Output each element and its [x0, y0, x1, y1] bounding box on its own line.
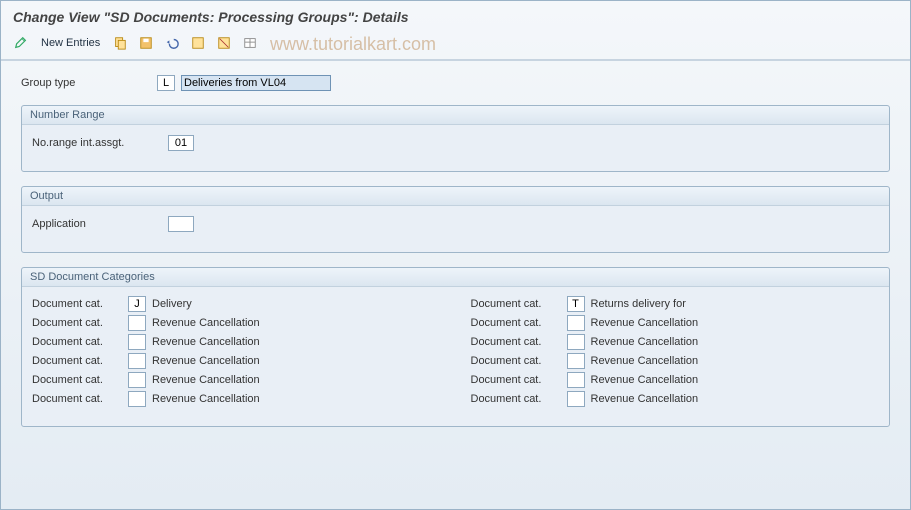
- content-area: Group type Number Range No.range int.ass…: [1, 61, 910, 437]
- doc-cat-desc: Revenue Cancellation: [591, 355, 731, 367]
- number-range-group: Number Range No.range int.assgt.: [21, 105, 890, 172]
- doc-cat-label: Document cat.: [32, 393, 122, 405]
- doc-cat-code-input[interactable]: [128, 353, 146, 369]
- number-range-title: Number Range: [22, 106, 889, 125]
- copy-icon[interactable]: [110, 33, 130, 53]
- doc-cat-desc: Revenue Cancellation: [152, 317, 292, 329]
- group-type-desc-input[interactable]: [181, 75, 331, 91]
- doc-cat-label: Document cat.: [471, 393, 561, 405]
- sd-categories-title: SD Document Categories: [22, 268, 889, 287]
- doc-cat-label: Document cat.: [471, 298, 561, 310]
- application-label: Application: [32, 218, 162, 230]
- doc-cat-code-input[interactable]: [567, 315, 585, 331]
- doc-cat-row: Document cat. Revenue Cancellation: [32, 391, 441, 407]
- doc-cat-desc: Revenue Cancellation: [152, 355, 292, 367]
- doc-cat-row: Document cat. Delivery: [32, 296, 441, 312]
- doc-cat-label: Document cat.: [471, 317, 561, 329]
- doc-cat-label: Document cat.: [471, 374, 561, 386]
- doc-cat-code-input[interactable]: [128, 334, 146, 350]
- new-entries-button[interactable]: New Entries: [37, 35, 104, 51]
- doc-cat-code-input[interactable]: [567, 334, 585, 350]
- doc-cat-row: Document cat. Revenue Cancellation: [32, 315, 441, 331]
- group-type-row: Group type: [21, 75, 890, 91]
- doc-cat-desc: Revenue Cancellation: [152, 336, 292, 348]
- page-title: Change View "SD Documents: Processing Gr…: [1, 1, 910, 31]
- output-group: Output Application: [21, 186, 890, 253]
- select-icon[interactable]: [188, 33, 208, 53]
- number-range-input[interactable]: [168, 135, 194, 151]
- doc-cat-row: Document cat. Revenue Cancellation: [471, 334, 880, 350]
- output-title: Output: [22, 187, 889, 206]
- doc-cat-desc: Revenue Cancellation: [591, 374, 731, 386]
- doc-cat-code-input[interactable]: [567, 353, 585, 369]
- doc-cat-code-input[interactable]: [128, 391, 146, 407]
- doc-cat-desc: Revenue Cancellation: [152, 393, 292, 405]
- save-icon[interactable]: [136, 33, 156, 53]
- doc-cat-row: Document cat. Returns delivery for: [471, 296, 880, 312]
- doc-cat-row: Document cat. Revenue Cancellation: [32, 372, 441, 388]
- doc-cat-label: Document cat.: [471, 336, 561, 348]
- group-type-code-input[interactable]: [157, 75, 175, 91]
- doc-cat-row: Document cat. Revenue Cancellation: [32, 353, 441, 369]
- doc-cat-label: Document cat.: [32, 298, 122, 310]
- doc-cat-desc: Revenue Cancellation: [591, 393, 731, 405]
- doc-cat-row: Document cat. Revenue Cancellation: [471, 391, 880, 407]
- toggle-display-change-icon[interactable]: [11, 33, 31, 53]
- group-type-label: Group type: [21, 77, 151, 89]
- doc-cat-row: Document cat. Revenue Cancellation: [471, 315, 880, 331]
- doc-cat-desc: Revenue Cancellation: [152, 374, 292, 386]
- doc-cat-desc: Returns delivery for: [591, 298, 731, 310]
- doc-cat-desc: Delivery: [152, 298, 292, 310]
- number-range-label: No.range int.assgt.: [32, 137, 162, 149]
- undo-icon[interactable]: [162, 33, 182, 53]
- doc-cat-code-input[interactable]: [128, 372, 146, 388]
- doc-cat-row: Document cat. Revenue Cancellation: [471, 372, 880, 388]
- doc-cat-label: Document cat.: [32, 355, 122, 367]
- sd-categories-group: SD Document Categories Document cat. Deli…: [21, 267, 890, 427]
- doc-cat-desc: Revenue Cancellation: [591, 336, 731, 348]
- doc-cat-label: Document cat.: [32, 317, 122, 329]
- doc-cat-code-input[interactable]: [128, 296, 146, 312]
- doc-cat-code-input[interactable]: [128, 315, 146, 331]
- doc-cat-label: Document cat.: [32, 374, 122, 386]
- doc-cat-label: Document cat.: [471, 355, 561, 367]
- deselect-icon[interactable]: [214, 33, 234, 53]
- doc-cat-code-input[interactable]: [567, 296, 585, 312]
- table-view-icon[interactable]: [240, 33, 260, 53]
- toolbar: New Entries: [1, 31, 910, 61]
- doc-cat-label: Document cat.: [32, 336, 122, 348]
- doc-cat-row: Document cat. Revenue Cancellation: [471, 353, 880, 369]
- doc-cat-code-input[interactable]: [567, 391, 585, 407]
- doc-cat-desc: Revenue Cancellation: [591, 317, 731, 329]
- application-input[interactable]: [168, 216, 194, 232]
- doc-cat-row: Document cat. Revenue Cancellation: [32, 334, 441, 350]
- doc-cat-code-input[interactable]: [567, 372, 585, 388]
